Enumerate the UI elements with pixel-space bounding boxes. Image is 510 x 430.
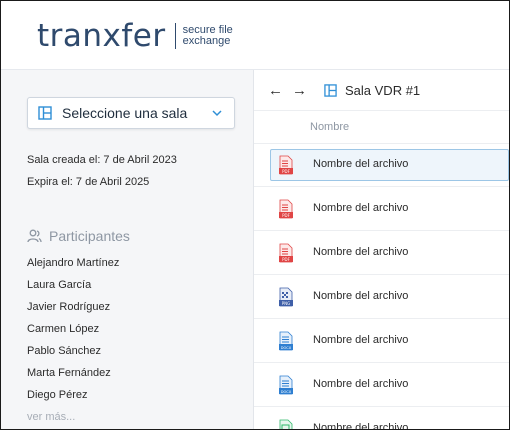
- logo-tagline-line2: exchange: [182, 35, 231, 47]
- file-name: Nombre del archivo: [313, 290, 409, 302]
- forward-button[interactable]: →: [292, 82, 307, 99]
- breadcrumb[interactable]: Sala VDR #1: [324, 83, 420, 98]
- header: tranxfer secure file exchange: [1, 1, 509, 70]
- participants-header: Participantes: [27, 228, 130, 244]
- docx-file-icon: DOCX: [279, 331, 293, 351]
- logo-divider: [174, 23, 176, 49]
- xls-file-icon: [279, 419, 293, 429]
- column-header-label: Nombre: [310, 121, 350, 133]
- logo: tranxfer secure file exchange: [37, 19, 233, 53]
- participant-item: Diego Pérez: [27, 389, 88, 401]
- room-select-dropdown[interactable]: Seleccione una sala: [27, 97, 235, 129]
- pdf-file-icon: PDF: [279, 199, 293, 219]
- logo-wordmark: tranxfer: [37, 18, 166, 54]
- file-row[interactable]: PNG Nombre del archivo: [254, 275, 509, 319]
- participant-item: Alejandro Martínez: [27, 257, 120, 269]
- pdf-file-icon: PDF: [279, 155, 293, 175]
- room-select-label: Seleccione una sala: [62, 105, 188, 121]
- navigation-bar: ← → Sala VDR #1: [254, 70, 509, 110]
- file-name: Nombre del archivo: [313, 422, 409, 430]
- png-file-icon: PNG: [279, 287, 293, 307]
- svg-text:PDF: PDF: [282, 213, 290, 218]
- participants-title: Participantes: [49, 228, 130, 244]
- participant-item: Laura García: [27, 279, 92, 291]
- docx-file-icon: DOCX: [279, 375, 293, 395]
- file-row[interactable]: PDF Nombre del archivo: [254, 143, 509, 187]
- pdf-file-icon: PDF: [279, 243, 293, 263]
- users-icon: [27, 229, 42, 243]
- file-list: PDF Nombre del archivo PDF Nombre del ar…: [254, 143, 509, 430]
- file-name: Nombre del archivo: [313, 246, 409, 258]
- logo-tagline: secure file exchange: [183, 25, 233, 47]
- room-created-date: Sala creada el: 7 de Abril 2023: [27, 154, 177, 166]
- file-name: Nombre del archivo: [313, 334, 409, 346]
- layout-icon: [324, 83, 337, 97]
- file-row[interactable]: DOCX Nombre del archivo: [254, 319, 509, 363]
- see-more-link[interactable]: ver más...: [27, 410, 119, 429]
- participant-item: Javier Rodríguez: [27, 301, 111, 313]
- svg-text:DOCX: DOCX: [281, 390, 292, 394]
- room-expiry-date: Expira el: 7 de Abril 2025: [27, 176, 150, 188]
- file-row[interactable]: PDF Nombre del archivo: [254, 231, 509, 275]
- app-window: tranxfer secure file exchange Seleccione…: [0, 0, 510, 430]
- participants-list: Alejandro Martínez Laura García Javier R…: [27, 256, 120, 429]
- file-name: Nombre del archivo: [313, 158, 409, 170]
- participant-item: Carmen López: [27, 323, 100, 335]
- file-row[interactable]: Nombre del archivo: [254, 407, 509, 430]
- file-row[interactable]: PDF Nombre del archivo: [254, 187, 509, 231]
- sidebar: Seleccione una sala Sala creada el: 7 de…: [1, 70, 254, 429]
- svg-text:DOCX: DOCX: [281, 346, 292, 350]
- chevron-down-icon: [212, 110, 222, 117]
- file-name: Nombre del archivo: [313, 202, 409, 214]
- breadcrumb-room-name: Sala VDR #1: [345, 82, 421, 98]
- file-name: Nombre del archivo: [313, 378, 409, 390]
- participant-item: Pablo Sánchez: [27, 345, 101, 357]
- main-panel: ← → Sala VDR #1 Nombre PDF Nombre del ar…: [254, 70, 509, 430]
- file-row[interactable]: DOCX Nombre del archivo: [254, 363, 509, 407]
- layout-icon: [38, 106, 52, 120]
- back-button[interactable]: ←: [268, 82, 283, 99]
- svg-text:PNG: PNG: [282, 301, 291, 306]
- column-header-name[interactable]: Nombre: [254, 110, 509, 144]
- svg-text:PDF: PDF: [282, 169, 290, 174]
- svg-text:PDF: PDF: [282, 257, 290, 262]
- participant-item: Marta Fernández: [27, 367, 111, 379]
